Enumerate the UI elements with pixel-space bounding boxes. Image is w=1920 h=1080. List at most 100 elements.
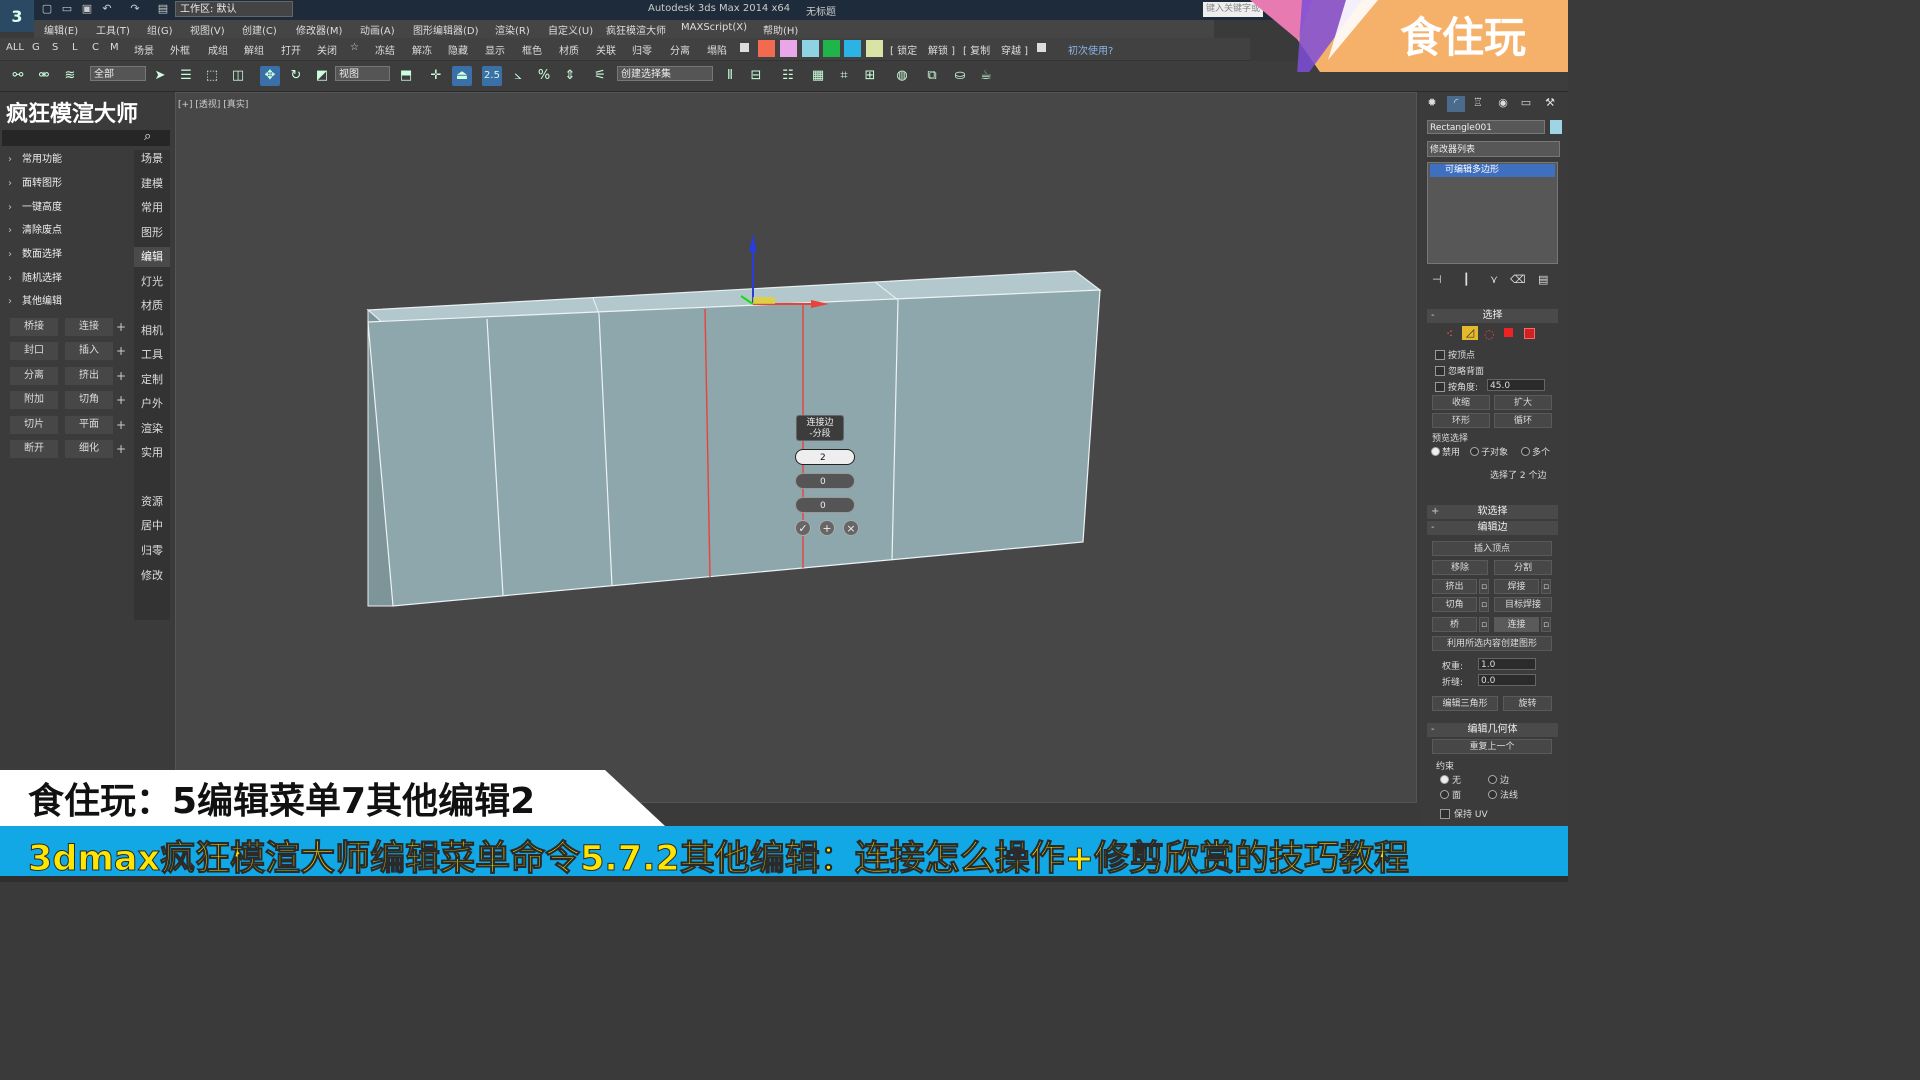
rendered-frame-icon[interactable]: ⛀ [950,66,970,86]
constraint-face-radio[interactable] [1440,790,1449,799]
color-swatch[interactable] [780,40,797,57]
by-vertex-checkbox[interactable] [1435,350,1445,360]
spinner-snap-icon[interactable]: ⇕ [560,66,580,86]
gizmo-z-arrow-icon[interactable] [749,234,757,252]
vertex-mode-icon[interactable]: ⁖ [1446,327,1453,341]
filter-all[interactable]: ALL [6,42,24,53]
preview-subobject-radio[interactable] [1470,447,1479,456]
tb-close[interactable]: 关闭 [317,42,337,57]
tb-hide[interactable]: 隐藏 [448,42,468,57]
side-tab-light[interactable]: 灯光 [134,272,170,292]
modifier-list-dropdown[interactable]: 修改器列表 [1427,141,1560,157]
side-tab-custom[interactable]: 定制 [134,370,170,390]
segments-field[interactable]: 2 [795,449,855,465]
tb-material[interactable]: 材质 [559,42,579,57]
constraint-edge-radio[interactable] [1488,775,1497,784]
crease-spinner[interactable]: 0.0 [1478,674,1536,686]
bridge-edge-button[interactable]: 桥 [1432,617,1477,632]
select-manipulate-icon[interactable]: ✛ [426,66,446,86]
weld-button[interactable]: 焊接 [1494,579,1539,594]
menu-views[interactable]: 视图(V) [190,22,225,37]
ok-check-icon[interactable]: ✓ [795,520,811,536]
side-tab-edit[interactable]: 编辑 [134,247,170,267]
insert-vertex-button[interactable]: 插入顶点 [1432,541,1552,556]
polygon-mode-icon[interactable] [1504,328,1513,337]
gizmo-plane-handle[interactable] [753,297,775,304]
preserve-uv-checkbox[interactable] [1440,809,1450,819]
redo-icon[interactable]: ↷ [128,2,142,16]
plus-icon[interactable]: + [116,393,128,407]
object-name-field[interactable]: Rectangle001 [1427,120,1545,134]
plus-icon[interactable]: + [116,320,128,334]
grow-button[interactable]: 扩大 [1494,395,1552,410]
rotate-icon[interactable]: ↻ [286,66,306,86]
schematic-view-icon[interactable]: ⊞ [860,66,880,86]
category-one-key-height[interactable]: › 一键高度 [8,199,133,217]
tb-ungroup[interactable]: 解组 [244,42,264,57]
extrude-settings-icon[interactable]: ▫ [1479,579,1489,594]
side-tab-shape[interactable]: 图形 [134,223,170,243]
named-selection-dropdown[interactable]: 创建选择集 [617,66,713,81]
swatch-white-2[interactable] [1037,43,1046,52]
render-setup-icon[interactable]: ⧉ [922,66,942,86]
tb-reset[interactable]: 归零 [632,42,652,57]
tb-detach[interactable]: 分离 [670,42,690,57]
tessellate-button[interactable]: 细化 [65,440,113,458]
edit-edges-rollout[interactable]: - 编辑边 [1427,521,1558,535]
tb-unfreeze[interactable]: 解冻 [412,42,432,57]
color-swatch[interactable] [802,40,819,57]
weld-settings-icon[interactable]: ▫ [1541,579,1551,594]
filter-materials[interactable]: M [110,42,119,53]
tb-open[interactable]: 打开 [281,42,301,57]
bind-space-warp-icon[interactable]: ≋ [60,66,80,86]
link-icon[interactable]: ⚯ [8,66,28,86]
reference-coord-dropdown[interactable]: 视图 [335,66,390,81]
tb-group[interactable]: 成组 [208,42,228,57]
object-color-swatch[interactable] [1550,120,1562,134]
bridge-button[interactable]: 桥接 [10,318,58,336]
side-tab-common[interactable]: 常用 [134,198,170,218]
color-swatch[interactable] [758,40,775,57]
save-file-icon[interactable]: ▣ [80,2,94,16]
side-tab-utility[interactable]: 实用 [134,443,170,463]
show-end-result-icon[interactable]: ┃ [1463,273,1470,286]
connect-edge-button[interactable]: 连接 [1494,617,1539,632]
constraint-none-radio[interactable] [1440,775,1449,784]
plus-icon[interactable]: + [116,442,128,456]
color-swatch[interactable] [844,40,861,57]
extrude-edge-button[interactable]: 挤出 [1432,579,1477,594]
create-shape-button[interactable]: 利用所选内容创建图形 [1432,636,1552,651]
category-face-select[interactable]: › 数面选择 [8,246,133,264]
app-logo-icon[interactable]: 3 [0,0,34,32]
unlink-icon[interactable]: ⚮ [34,66,54,86]
angle-spinner[interactable]: 45.0 [1487,379,1545,391]
selection-rollout[interactable]: - 选择 [1427,309,1558,323]
move-icon[interactable]: ✥ [260,66,280,86]
side-tab-zero[interactable]: 归零 [134,541,170,561]
category-common[interactable]: › 常用功能 [8,151,133,169]
stack-item-editable-poly[interactable]: 可编辑多边形 [1430,164,1555,177]
curve-editor-icon[interactable]: ⌗ [834,66,854,86]
menu-graph-editors[interactable]: 图形编辑器(D) [413,22,479,37]
modify-tab-icon[interactable]: ◜ [1447,96,1465,112]
keyboard-shortcut-icon[interactable]: ⏏ [452,66,472,86]
tb-freeze[interactable]: 冻结 [375,42,395,57]
selection-filter-dropdown[interactable]: 全部 [90,66,146,81]
workspace-dropdown[interactable]: 工作区: 默认 [175,1,293,17]
menu-customize[interactable]: 自定义(U) [548,22,593,37]
align-icon[interactable]: ⊟ [746,66,766,86]
first-use-link[interactable]: 初次使用? [1068,42,1113,57]
filter-cameras[interactable]: C [92,42,99,53]
menu-rendering[interactable]: 渲染(R) [495,22,530,37]
category-other-edit[interactable]: › 其他编辑 [8,293,133,311]
configure-modifier-icon[interactable]: ▤ [1538,273,1548,286]
constraint-normal-radio[interactable] [1488,790,1497,799]
tb-copy[interactable]: [ 复制 [963,42,990,57]
plus-icon[interactable]: + [116,418,128,432]
menu-animation[interactable]: 动画(A) [360,22,395,37]
search-icon[interactable]: ⌕ [144,129,151,144]
cap-button[interactable]: 封口 [10,342,58,360]
tb-pass-through[interactable]: 穿越 ] [1001,42,1028,57]
cancel-close-icon[interactable]: × [843,520,859,536]
filter-lights[interactable]: L [72,42,78,53]
